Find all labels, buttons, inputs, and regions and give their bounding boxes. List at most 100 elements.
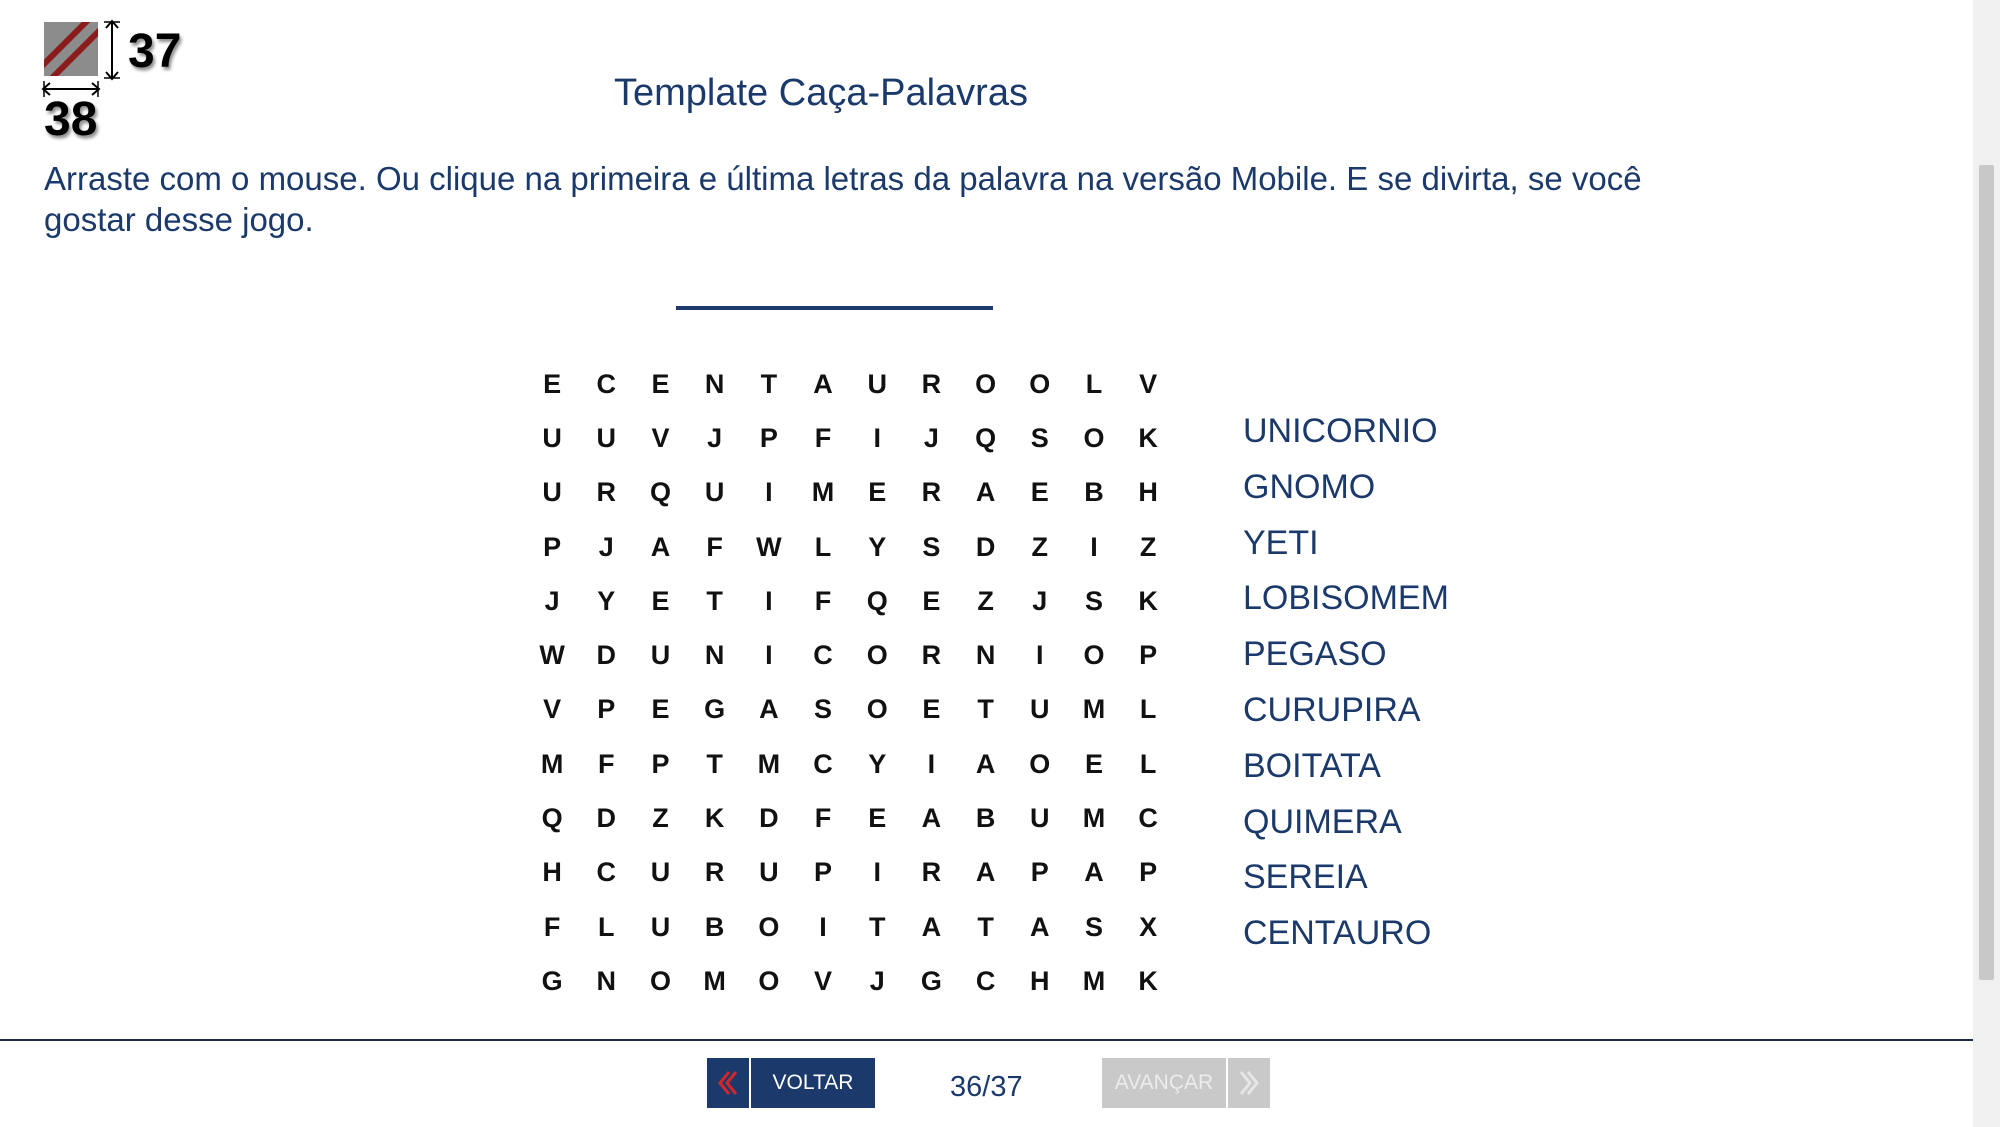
- grid-cell[interactable]: A: [1013, 900, 1067, 954]
- grid-cell[interactable]: H: [525, 846, 579, 900]
- grid-cell[interactable]: Y: [579, 574, 633, 628]
- grid-cell[interactable]: P: [1121, 846, 1175, 900]
- grid-cell[interactable]: O: [1067, 411, 1121, 465]
- grid-cell[interactable]: F: [796, 411, 850, 465]
- grid-cell[interactable]: E: [850, 791, 904, 845]
- grid-cell[interactable]: D: [579, 628, 633, 682]
- grid-cell[interactable]: U: [688, 466, 742, 520]
- grid-cell[interactable]: E: [904, 574, 958, 628]
- grid-cell[interactable]: M: [525, 737, 579, 791]
- grid-cell[interactable]: L: [796, 520, 850, 574]
- grid-cell[interactable]: R: [904, 466, 958, 520]
- grid-cell[interactable]: A: [959, 846, 1013, 900]
- grid-cell[interactable]: I: [904, 737, 958, 791]
- vertical-scrollbar[interactable]: [1973, 0, 2000, 1127]
- grid-cell[interactable]: N: [688, 628, 742, 682]
- grid-cell[interactable]: D: [579, 791, 633, 845]
- grid-cell[interactable]: M: [1067, 683, 1121, 737]
- grid-cell[interactable]: I: [796, 900, 850, 954]
- grid-cell[interactable]: K: [1121, 954, 1175, 1008]
- grid-cell[interactable]: L: [1121, 737, 1175, 791]
- grid-cell[interactable]: Z: [959, 574, 1013, 628]
- grid-cell[interactable]: P: [525, 520, 579, 574]
- grid-cell[interactable]: D: [742, 791, 796, 845]
- grid-cell[interactable]: V: [796, 954, 850, 1008]
- grid-cell[interactable]: O: [633, 954, 687, 1008]
- grid-cell[interactable]: U: [525, 411, 579, 465]
- grid-cell[interactable]: O: [742, 900, 796, 954]
- grid-cell[interactable]: L: [579, 900, 633, 954]
- grid-cell[interactable]: P: [742, 411, 796, 465]
- back-button[interactable]: VOLTAR: [707, 1058, 875, 1108]
- word-search-grid[interactable]: ECENTAUROOLVUUVJPFIJQSOKURQUIMERAEBHPJAF…: [525, 357, 1175, 1009]
- grid-cell[interactable]: T: [742, 357, 796, 411]
- grid-cell[interactable]: K: [688, 791, 742, 845]
- grid-cell[interactable]: A: [959, 737, 1013, 791]
- grid-cell[interactable]: I: [742, 466, 796, 520]
- grid-cell[interactable]: H: [1013, 954, 1067, 1008]
- grid-cell[interactable]: F: [796, 791, 850, 845]
- grid-cell[interactable]: E: [904, 683, 958, 737]
- grid-cell[interactable]: U: [1013, 683, 1067, 737]
- grid-cell[interactable]: C: [959, 954, 1013, 1008]
- grid-cell[interactable]: C: [796, 628, 850, 682]
- grid-cell[interactable]: J: [525, 574, 579, 628]
- grid-cell[interactable]: E: [525, 357, 579, 411]
- grid-cell[interactable]: S: [796, 683, 850, 737]
- grid-cell[interactable]: A: [904, 900, 958, 954]
- grid-cell[interactable]: J: [579, 520, 633, 574]
- grid-cell[interactable]: A: [959, 466, 1013, 520]
- grid-cell[interactable]: Y: [850, 737, 904, 791]
- grid-cell[interactable]: U: [742, 846, 796, 900]
- grid-cell[interactable]: B: [1067, 466, 1121, 520]
- grid-cell[interactable]: E: [633, 683, 687, 737]
- grid-cell[interactable]: B: [959, 791, 1013, 845]
- next-button[interactable]: AVANÇAR: [1102, 1058, 1270, 1108]
- grid-cell[interactable]: H: [1121, 466, 1175, 520]
- grid-cell[interactable]: G: [525, 954, 579, 1008]
- grid-cell[interactable]: A: [1067, 846, 1121, 900]
- grid-cell[interactable]: G: [688, 683, 742, 737]
- grid-cell[interactable]: U: [525, 466, 579, 520]
- grid-cell[interactable]: D: [959, 520, 1013, 574]
- grid-cell[interactable]: M: [1067, 791, 1121, 845]
- grid-cell[interactable]: A: [742, 683, 796, 737]
- grid-cell[interactable]: I: [850, 846, 904, 900]
- grid-cell[interactable]: Z: [1121, 520, 1175, 574]
- grid-cell[interactable]: K: [1121, 574, 1175, 628]
- grid-cell[interactable]: V: [633, 411, 687, 465]
- grid-cell[interactable]: S: [904, 520, 958, 574]
- grid-cell[interactable]: E: [633, 357, 687, 411]
- grid-cell[interactable]: O: [1067, 628, 1121, 682]
- grid-cell[interactable]: F: [525, 900, 579, 954]
- grid-cell[interactable]: T: [959, 683, 1013, 737]
- grid-cell[interactable]: I: [742, 574, 796, 628]
- grid-cell[interactable]: F: [688, 520, 742, 574]
- grid-cell[interactable]: U: [633, 628, 687, 682]
- grid-cell[interactable]: P: [579, 683, 633, 737]
- grid-cell[interactable]: I: [1013, 628, 1067, 682]
- grid-cell[interactable]: Y: [850, 520, 904, 574]
- grid-cell[interactable]: W: [742, 520, 796, 574]
- grid-cell[interactable]: Z: [1013, 520, 1067, 574]
- grid-cell[interactable]: S: [1013, 411, 1067, 465]
- grid-cell[interactable]: N: [959, 628, 1013, 682]
- grid-cell[interactable]: U: [1013, 791, 1067, 845]
- grid-cell[interactable]: G: [904, 954, 958, 1008]
- grid-cell[interactable]: E: [1013, 466, 1067, 520]
- grid-cell[interactable]: E: [850, 466, 904, 520]
- grid-cell[interactable]: O: [850, 628, 904, 682]
- grid-cell[interactable]: Q: [959, 411, 1013, 465]
- grid-cell[interactable]: C: [1121, 791, 1175, 845]
- grid-cell[interactable]: T: [688, 574, 742, 628]
- grid-cell[interactable]: J: [1013, 574, 1067, 628]
- grid-cell[interactable]: L: [1121, 683, 1175, 737]
- grid-cell[interactable]: O: [1013, 357, 1067, 411]
- grid-cell[interactable]: J: [688, 411, 742, 465]
- grid-cell[interactable]: T: [850, 900, 904, 954]
- grid-cell[interactable]: O: [1013, 737, 1067, 791]
- grid-cell[interactable]: C: [579, 846, 633, 900]
- grid-cell[interactable]: R: [904, 357, 958, 411]
- grid-cell[interactable]: C: [579, 357, 633, 411]
- grid-cell[interactable]: U: [633, 900, 687, 954]
